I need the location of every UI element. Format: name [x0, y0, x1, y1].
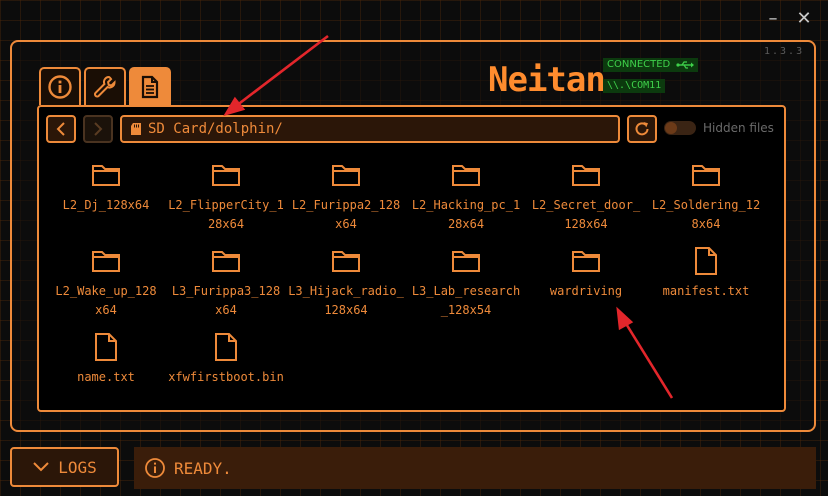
- folder-item[interactable]: L2_Dj_128x64: [46, 160, 166, 240]
- item-label: xfwfirstboot.bin: [168, 370, 284, 384]
- toggle-knob: [665, 122, 677, 134]
- path-text: SD Card/dolphin/: [148, 121, 283, 137]
- app-logo: Neitan: [488, 60, 606, 100]
- chevron-right-icon: [94, 122, 103, 136]
- item-label: L2_Secret_door_ 128x64: [531, 198, 641, 231]
- tab-info[interactable]: [39, 67, 81, 105]
- item-label: L2_Wake_up_128 x64: [55, 284, 157, 317]
- refresh-button[interactable]: [627, 115, 657, 143]
- folder-icon: [91, 246, 121, 276]
- status-text: READY.: [174, 458, 232, 478]
- connection-status-text: CONNECTED: [607, 59, 671, 70]
- item-label: manifest.txt: [662, 284, 750, 298]
- folder-item[interactable]: L3_Hijack_radio_ 128x64: [286, 246, 406, 326]
- document-icon: [141, 75, 159, 99]
- folder-icon: [571, 246, 601, 276]
- tab-files[interactable]: [129, 67, 171, 105]
- folder-icon: [691, 160, 721, 190]
- forward-button[interactable]: [83, 115, 113, 143]
- hidden-files-label: Hidden files: [703, 121, 774, 135]
- item-label: L2_FlipperCity_1 28x64: [168, 198, 284, 231]
- wrench-icon: [94, 75, 116, 98]
- item-label: name.txt: [77, 370, 135, 384]
- minimize-button[interactable]: –: [762, 8, 784, 30]
- item-label: L3_Furippa3_128 x64: [171, 284, 281, 317]
- folder-icon: [331, 160, 361, 190]
- folder-item[interactable]: L2_Soldering_12 8x64: [646, 160, 766, 240]
- logs-label: LOGS: [58, 457, 97, 477]
- folder-icon: [211, 246, 241, 276]
- folder-item[interactable]: L2_Wake_up_128 x64: [46, 246, 166, 326]
- sd-card-icon: [131, 123, 141, 135]
- info-icon: [145, 458, 165, 478]
- item-label: L2_Dj_128x64: [62, 198, 150, 212]
- item-label: L2_Hacking_pc_1 28x64: [411, 198, 521, 231]
- close-button[interactable]: ✕: [793, 8, 815, 30]
- chevron-left-icon: [56, 122, 65, 136]
- usb-icon: [676, 61, 695, 69]
- logs-button[interactable]: LOGS: [10, 447, 119, 487]
- folder-icon: [451, 246, 481, 276]
- info-icon: [48, 75, 72, 99]
- status-bar: READY.: [134, 447, 816, 489]
- file-icon: [691, 246, 721, 276]
- file-icon: [211, 332, 241, 362]
- connection-status-badge: CONNECTED: [603, 58, 699, 72]
- file-item[interactable]: name.txt: [46, 332, 166, 412]
- chevron-down-icon: [33, 462, 49, 472]
- item-label: L2_Furippa2_128 x64: [291, 198, 401, 231]
- folder-item[interactable]: L3_Lab_research _128x54: [406, 246, 526, 326]
- folder-icon: [211, 160, 241, 190]
- folder-icon: [571, 160, 601, 190]
- folder-item[interactable]: L2_Secret_door_ 128x64: [526, 160, 646, 240]
- refresh-icon: [635, 122, 649, 136]
- item-label: L3_Hijack_radio_ 128x64: [288, 284, 404, 317]
- folder-icon: [451, 160, 481, 190]
- file-item[interactable]: xfwfirstboot.bin: [166, 332, 286, 412]
- folder-icon: [91, 160, 121, 190]
- path-input[interactable]: SD Card/dolphin/: [120, 115, 620, 143]
- tab-tools[interactable]: [84, 67, 126, 105]
- folder-item[interactable]: L3_Furippa3_128 x64: [166, 246, 286, 326]
- item-label: wardriving: [549, 284, 623, 298]
- file-icon: [91, 332, 121, 362]
- folder-item[interactable]: L2_Furippa2_128 x64: [286, 160, 406, 240]
- folder-item[interactable]: wardriving: [526, 246, 646, 326]
- folder-item[interactable]: L2_FlipperCity_1 28x64: [166, 160, 286, 240]
- item-label: L3_Lab_research _128x54: [411, 284, 521, 317]
- folder-icon: [331, 246, 361, 276]
- hidden-files-toggle[interactable]: [664, 121, 696, 135]
- back-button[interactable]: [46, 115, 76, 143]
- file-item[interactable]: manifest.txt: [646, 246, 766, 326]
- item-label: L2_Soldering_12 8x64: [651, 198, 761, 231]
- version-label: 1.3.3: [764, 46, 805, 57]
- com-port-label: \\.\COM11: [603, 79, 666, 93]
- folder-item[interactable]: L2_Hacking_pc_1 28x64: [406, 160, 526, 240]
